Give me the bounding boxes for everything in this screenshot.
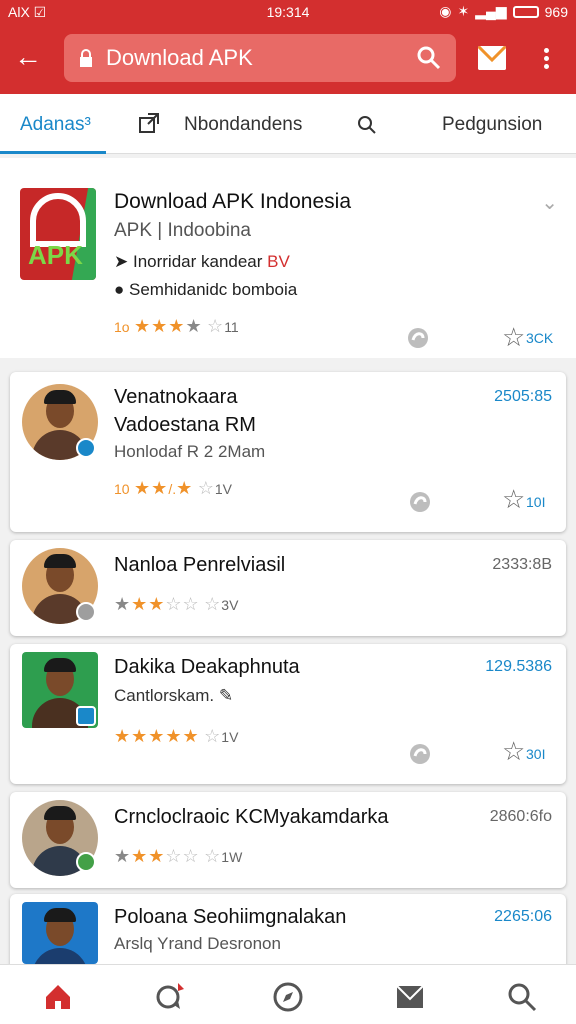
battery-icon <box>512 5 539 18</box>
search-icon[interactable] <box>416 45 442 71</box>
app-bar: ← Download APK <box>0 24 576 94</box>
inbox-icon[interactable] <box>394 981 426 1013</box>
tab-2[interactable]: Pedgunsion <box>442 114 542 136</box>
bottom-navigation <box>0 964 576 1024</box>
external-link-icon[interactable] <box>138 112 160 134</box>
item-rating: ★★★★★ ☆1V <box>114 726 239 746</box>
app-detail-1: ➤ Inorridar kandear BV <box>114 252 290 271</box>
bluetooth-icon: ✶ <box>457 3 470 19</box>
item-subtitle-text: Cantlorskam. <box>114 686 215 705</box>
avatar <box>22 902 98 964</box>
item-title: Dakika Deakaphnuta <box>114 656 300 678</box>
rating-count: 1V <box>221 729 239 745</box>
app-detail-2-text: Semhidanidc bomboia <box>129 280 298 299</box>
item-number: 2860:6fo <box>489 808 552 825</box>
rating-count: 3V <box>221 597 239 613</box>
edit-icon[interactable]: ✎ <box>219 686 233 705</box>
app-rating: 1o ★★★★ ☆11 <box>114 316 239 336</box>
rating-count: 1W <box>221 849 243 865</box>
badge-icon <box>76 852 96 872</box>
item-subtitle: Cantlorskam. ✎ <box>114 686 233 706</box>
list-item[interactable]: Crncloclraoic KCMyakamdarka 2860:6fo ★★★… <box>10 792 566 888</box>
search-box[interactable]: Download APK <box>64 34 456 82</box>
item-subtitle: Honlodaf R 2 2Mam <box>114 442 266 461</box>
share-icon[interactable] <box>408 490 432 514</box>
list-item[interactable]: Dakika Deakaphnuta Cantlorskam. ✎ 129.53… <box>10 644 566 784</box>
list-item[interactable]: Nanloa Penrelviasil 2333:8B ★★★☆☆ ☆3V <box>10 540 566 636</box>
status-bar: AlX ☑ 19:314 ◉ ✶ ▂▄▆ 969 <box>0 0 576 24</box>
search-nav-icon[interactable] <box>506 981 538 1013</box>
mail-icon[interactable] <box>478 46 506 70</box>
home-icon[interactable] <box>42 981 74 1013</box>
favorite-count: 10I <box>526 494 546 510</box>
favorite-star-icon[interactable]: ☆ <box>502 322 525 353</box>
favorite-star-icon[interactable]: ☆ <box>502 484 525 515</box>
favorite-star-icon[interactable]: ☆ <box>502 736 525 767</box>
badge-icon <box>76 706 96 726</box>
item-title-2-extra: RM <box>224 414 256 436</box>
search-tab-icon[interactable] <box>356 114 378 136</box>
favorite-count: 3CK <box>526 330 554 346</box>
item-rating: ★★★☆☆ ☆1W <box>114 846 243 866</box>
item-title: Nanloa Penrelviasil <box>114 554 286 576</box>
item-number: 2265:06 <box>494 908 552 925</box>
item-title-2: Vadoestana RM <box>114 414 256 437</box>
item-number: 2505:85 <box>494 388 552 405</box>
tab-1[interactable]: Nbondandens <box>184 114 302 136</box>
tab-0[interactable]: Adanas³ <box>20 114 91 136</box>
rating-lead: 1o <box>114 319 130 335</box>
chat-notification-icon[interactable] <box>154 981 186 1013</box>
item-number: 2333:8B <box>492 556 552 573</box>
back-arrow-icon[interactable]: ← <box>14 42 46 74</box>
badge-icon <box>76 602 96 622</box>
rating-count: 11 <box>224 319 239 335</box>
list-item[interactable]: Venatnokaara Vadoestana RM Honlodaf R 2 … <box>10 372 566 532</box>
tab-indicator <box>0 151 106 154</box>
compass-icon[interactable] <box>272 981 304 1013</box>
item-rating: 10 ★★/.★ ☆1V <box>114 478 232 498</box>
verified-badge-icon <box>76 438 96 458</box>
item-title: Poloana Seohiimgnalakan <box>114 906 347 928</box>
search-query: Download APK <box>106 45 253 70</box>
item-title: Crncloclraoic KCMyakamdarka <box>114 806 389 828</box>
share-icon[interactable] <box>408 742 432 766</box>
list-item[interactable]: Poloana Seohiimgnalakan Arslq Yrand Desr… <box>10 894 566 974</box>
battery-level: 969 <box>544 3 568 20</box>
item-title-2-text: Vadoestana <box>114 414 220 436</box>
overflow-menu-icon[interactable] <box>540 48 552 72</box>
rating-count: 1V <box>214 481 232 497</box>
apk-logo: APK <box>20 188 96 280</box>
app-title: Download APK Indonesia <box>114 190 351 213</box>
tab-bar: Adanas³ Nbondandens Pedgunsion <box>0 94 576 154</box>
signal-icon: ▂▄▆ <box>475 3 507 19</box>
item-subtitle: Arslq Yrand Desronon <box>114 934 281 953</box>
item-rating: ★★★☆☆ ☆3V <box>114 594 239 614</box>
item-number: 129.5386 <box>485 658 552 675</box>
rating-lead: 10 <box>114 481 130 497</box>
app-detail-1-tag: BV <box>267 252 290 271</box>
chevron-down-icon[interactable]: ⌄ <box>541 190 558 215</box>
featured-app[interactable]: APK Download APK Indonesia APK | Indoobi… <box>0 158 576 358</box>
app-detail-2: ● Semhidanidc bomboia <box>114 280 298 299</box>
wifi-icon: ◉ <box>439 3 452 19</box>
status-icons: ◉ ✶ ▂▄▆ 969 <box>439 3 568 20</box>
lock-icon <box>80 49 92 67</box>
app-detail-1-text: Inorridar kandear <box>132 252 263 271</box>
share-icon[interactable] <box>406 326 430 350</box>
item-title: Venatnokaara <box>114 386 238 408</box>
app-subtitle: APK | Indoobina <box>114 220 251 241</box>
favorite-count: 30I <box>526 746 546 762</box>
